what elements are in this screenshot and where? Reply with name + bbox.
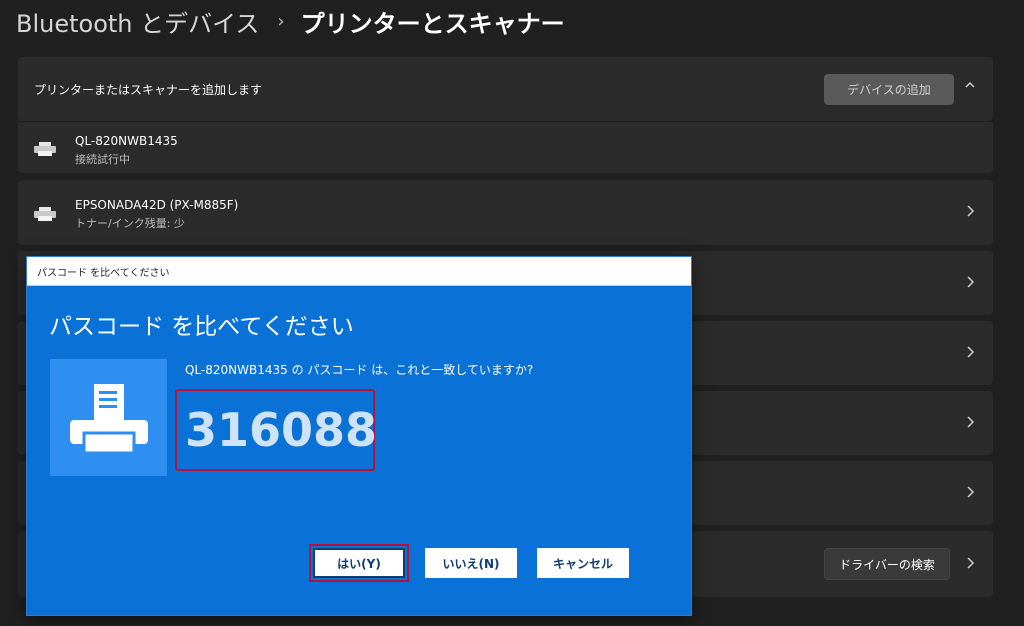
printer-icon: [34, 141, 56, 156]
no-button[interactable]: いいえ(N): [425, 548, 517, 578]
printer-icon: [34, 206, 56, 221]
chevron-right-icon: [964, 345, 976, 363]
dialog-title: パスコード を比べてください: [37, 268, 170, 279]
printer-icon: [70, 384, 148, 455]
breadcrumb-separator: ›: [277, 10, 285, 32]
device-status: 接続試行中: [75, 153, 130, 166]
dialog-heading: パスコード を比べてください: [49, 314, 354, 340]
driver-search-button[interactable]: ドライバーの検索: [824, 548, 950, 580]
page-title: プリンターとスキャナー: [300, 9, 565, 38]
add-device-card: プリンターまたはスキャナーを追加します デバイスの追加: [18, 57, 993, 121]
printer-card[interactable]: EPSONADA42D (PX-M885F) トナー/インク残量: 少: [18, 180, 993, 245]
dialog-titlebar: パスコード を比べてください: [27, 257, 691, 286]
chevron-right-icon: [964, 275, 976, 293]
chevron-up-icon[interactable]: [964, 79, 976, 95]
printer-name: EPSONADA42D (PX-M885F): [75, 198, 239, 212]
device-name: QL-820NWB1435: [75, 134, 178, 148]
breadcrumb: Bluetooth とデバイス › プリンターとスキャナー: [16, 4, 565, 38]
passcode-value: 316088: [175, 389, 377, 471]
add-device-button[interactable]: デバイスの追加: [824, 74, 954, 105]
passcode-dialog: パスコード を比べてください パスコード を比べてください QL-820NWB1…: [26, 256, 692, 616]
chevron-right-icon: [964, 556, 976, 574]
found-device-row[interactable]: QL-820NWB1435 接続試行中: [18, 122, 993, 173]
yes-button[interactable]: はい(Y): [309, 544, 409, 582]
printer-status: トナー/インク残量: 少: [75, 217, 185, 230]
chevron-right-icon: [964, 485, 976, 503]
printer-tile: [50, 359, 167, 476]
chevron-right-icon: [964, 204, 976, 222]
chevron-right-icon: [964, 415, 976, 433]
breadcrumb-parent-link[interactable]: Bluetooth とデバイス: [16, 4, 259, 39]
passcode-message: QL-820NWB1435 の パスコード は、これと一致していますか?: [185, 363, 534, 377]
cancel-button[interactable]: キャンセル: [537, 548, 629, 578]
add-device-title: プリンターまたはスキャナーを追加します: [34, 83, 263, 97]
